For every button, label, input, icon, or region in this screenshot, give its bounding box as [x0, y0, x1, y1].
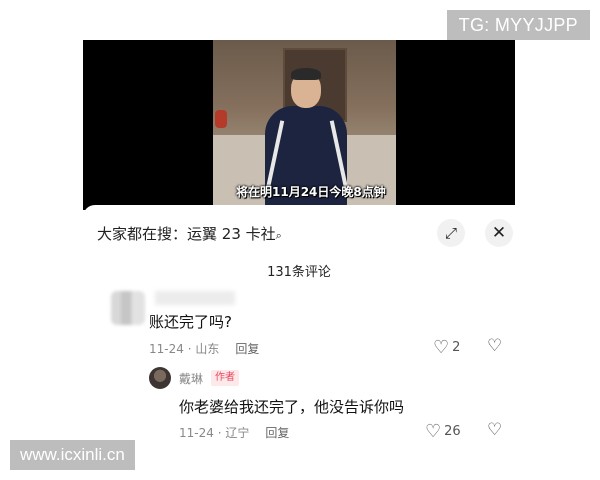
- comment-text: 账还完了吗?: [149, 313, 232, 331]
- like-count: 26: [444, 424, 461, 439]
- heart-icon: ♡: [425, 421, 442, 442]
- comment-date: 11-24: [149, 342, 184, 356]
- watermark-tg: TG: MYYJJPP: [446, 10, 590, 40]
- like-button[interactable]: ♡ 2: [433, 337, 460, 358]
- watermark-site: www.icxinli.cn: [10, 440, 135, 470]
- heart-icon: ♡: [433, 337, 450, 358]
- lamp: [215, 110, 227, 128]
- author-badge: 作者: [211, 370, 239, 386]
- close-icon: ✕: [491, 223, 507, 243]
- reply-button[interactable]: 回复: [235, 342, 259, 356]
- person-hair: [291, 68, 321, 80]
- comment-count: 131条评论: [267, 265, 331, 280]
- comment-date: 11-24: [179, 426, 214, 440]
- search-suggestion[interactable]: 大家都在搜：运翼 23 卡社⌕: [97, 223, 282, 244]
- comment-panel: 大家都在搜：运翼 23 卡社⌕ ⤢ ✕ 131条评论 账还完了吗? 11-24 …: [83, 205, 529, 460]
- comment-text: 你老婆给我还完了，他没告诉你吗: [179, 398, 405, 416]
- comment-meta: 11-24 · 辽宁 回复: [179, 426, 290, 440]
- close-button[interactable]: ✕: [485, 219, 513, 247]
- expand-icon: ⤢: [444, 224, 457, 242]
- avatar[interactable]: [111, 291, 145, 325]
- reply-button[interactable]: 回复: [265, 426, 289, 440]
- comment-location: 辽宁: [225, 426, 250, 440]
- search-query[interactable]: 运翼 23 卡社: [187, 225, 276, 243]
- dislike-button[interactable]: ♡: [487, 336, 502, 356]
- expand-button[interactable]: ⤢: [437, 219, 465, 247]
- comment-meta: 11-24 · 山东 回复: [149, 342, 260, 356]
- search-prefix: 大家都在搜：: [97, 225, 188, 243]
- video-subtitle: 将在明11月24日今晚8点钟: [236, 185, 386, 199]
- video-player[interactable]: 将在明11月24日今晚8点钟: [83, 40, 515, 210]
- author-name[interactable]: 戴琳: [179, 370, 203, 387]
- search-icon: ⌕: [275, 229, 282, 242]
- like-button[interactable]: ♡ 26: [425, 421, 461, 442]
- dislike-button[interactable]: ♡: [487, 420, 502, 440]
- like-count: 2: [452, 340, 461, 355]
- avatar[interactable]: [149, 367, 171, 389]
- username-blurred: [155, 291, 235, 305]
- broken-heart-icon: ♡: [487, 336, 503, 356]
- comment-location: 山东: [195, 342, 220, 356]
- broken-heart-icon: ♡: [487, 420, 503, 440]
